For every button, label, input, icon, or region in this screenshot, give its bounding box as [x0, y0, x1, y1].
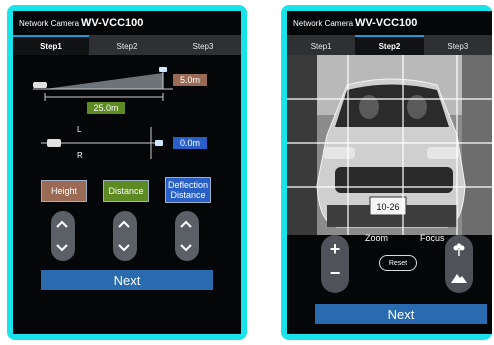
deflection-diagram [41, 127, 163, 159]
height-value: 5.0m [173, 74, 207, 86]
tab-step3[interactable]: Step3 [423, 35, 492, 55]
left-header: Network Camera WV-VCC100 [13, 11, 241, 35]
deflection-value: 0.0m [173, 137, 207, 149]
deflection-distance-button[interactable]: Deflection Distance [165, 177, 211, 203]
deflection-stepper [175, 211, 199, 261]
left-tabs: Step1 Step2 Step3 [13, 35, 241, 55]
header-prefix: Network Camera [19, 18, 80, 28]
distance-value: 25.0m [87, 102, 125, 114]
right-tabs: Step1 Step2 Step3 [287, 35, 492, 55]
right-phone-frame: Network Camera WV-VCC100 Step1 Step2 Ste… [281, 5, 492, 340]
distance-stepper [113, 211, 137, 261]
height-button[interactable]: Height [41, 180, 87, 202]
right-side-label: R [77, 151, 83, 160]
chevron-down-icon[interactable] [117, 241, 131, 255]
left-phone-frame: Network Camera WV-VCC100 Step1 Step2 Ste… [7, 5, 247, 340]
header-model: WV-VCC100 [81, 17, 144, 29]
header-prefix: Network Camera [293, 18, 354, 28]
left-screen: Network Camera WV-VCC100 Step1 Step2 Ste… [13, 11, 241, 334]
tab-step3[interactable]: Step3 [165, 35, 241, 55]
left-side-label: L [77, 125, 82, 134]
header-model: WV-VCC100 [355, 17, 418, 29]
focus-label: Focus [420, 233, 445, 243]
tab-step1[interactable]: Step1 [287, 35, 356, 55]
flower-macro-icon[interactable] [452, 243, 466, 257]
focus-control [445, 235, 473, 293]
camera-icon [155, 140, 163, 146]
license-plate-text: 10-26 [376, 202, 399, 212]
chevron-down-icon[interactable] [55, 241, 69, 255]
tab-step1[interactable]: Step1 [13, 35, 89, 55]
zoom-in-icon[interactable]: + [321, 239, 349, 260]
chevron-up-icon[interactable] [179, 217, 193, 231]
zoom-control: + − [321, 235, 349, 293]
chevron-down-icon[interactable] [179, 241, 193, 255]
chevron-up-icon[interactable] [117, 217, 131, 231]
camera-preview[interactable]: 10-26 [287, 55, 492, 235]
mountain-infinity-icon[interactable] [451, 271, 467, 283]
zoom-out-icon[interactable]: − [321, 263, 349, 284]
distance-button[interactable]: Distance [103, 180, 149, 202]
height-stepper [51, 211, 75, 261]
reset-button[interactable]: Reset [379, 255, 417, 271]
chevron-up-icon[interactable] [55, 217, 69, 231]
right-screen: Network Camera WV-VCC100 Step1 Step2 Ste… [287, 11, 492, 334]
next-button[interactable]: Next [41, 270, 213, 290]
camera-view-beam [45, 73, 163, 89]
tab-step2[interactable]: Step2 [355, 35, 424, 55]
car-icon [33, 82, 47, 88]
next-button[interactable]: Next [315, 304, 487, 324]
zoom-label: Zoom [365, 233, 389, 243]
car-icon [47, 139, 61, 147]
right-header: Network Camera WV-VCC100 [287, 11, 492, 35]
camera-icon [159, 67, 167, 72]
tab-step2[interactable]: Step2 [89, 35, 165, 55]
